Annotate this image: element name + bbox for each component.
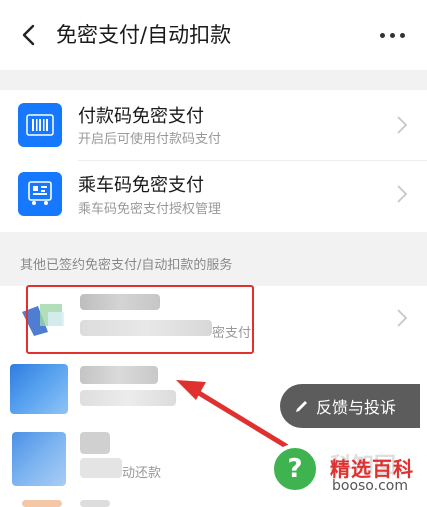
service-logo (10, 364, 68, 414)
feedback-label: 反馈与投诉 (316, 398, 397, 417)
payment-code-row[interactable]: 付款码免密支付 开启后可使用付款码支付 (0, 90, 427, 160)
back-icon[interactable] (14, 20, 44, 50)
header-gap (0, 70, 427, 90)
header-bar: 免密支付/自动扣款 (0, 0, 427, 70)
watermark-logo: ? (270, 444, 320, 494)
service-name-blurred (80, 432, 110, 454)
barcode-icon (18, 103, 62, 147)
service-subtitle-fragment: 动还款 (122, 466, 162, 481)
highlight-box (26, 285, 254, 354)
service-subtitle-blurred (80, 458, 122, 478)
service-subtitle-blurred (80, 390, 176, 406)
row-title: 付款码免密支付 (78, 106, 204, 127)
row-subtitle: 乘车码免密支付授权管理 (78, 202, 222, 217)
edit-icon (296, 401, 307, 412)
bus-code-row[interactable]: 乘车码免密支付 乘车码免密支付授权管理 (0, 161, 427, 232)
page-title: 免密支付/自动扣款 (56, 23, 232, 47)
row-subtitle: 开启后可使用付款码支付 (78, 132, 222, 147)
chevron-right-icon (397, 116, 408, 134)
bus-code-icon (18, 172, 62, 216)
service-logo (12, 432, 66, 486)
watermark-url: booso.com (332, 478, 408, 494)
section-label: 其他已签约免密支付/自动扣款的服务 (20, 258, 233, 273)
service-name-blurred (80, 366, 158, 384)
more-options-icon[interactable] (380, 30, 414, 40)
chevron-right-icon (397, 185, 408, 203)
chevron-right-icon (397, 309, 408, 327)
feedback-button[interactable]: 反馈与投诉 (280, 384, 420, 428)
service-name-partial (80, 500, 110, 507)
service-logo-partial (22, 500, 62, 507)
row-title: 乘车码免密支付 (78, 175, 204, 196)
